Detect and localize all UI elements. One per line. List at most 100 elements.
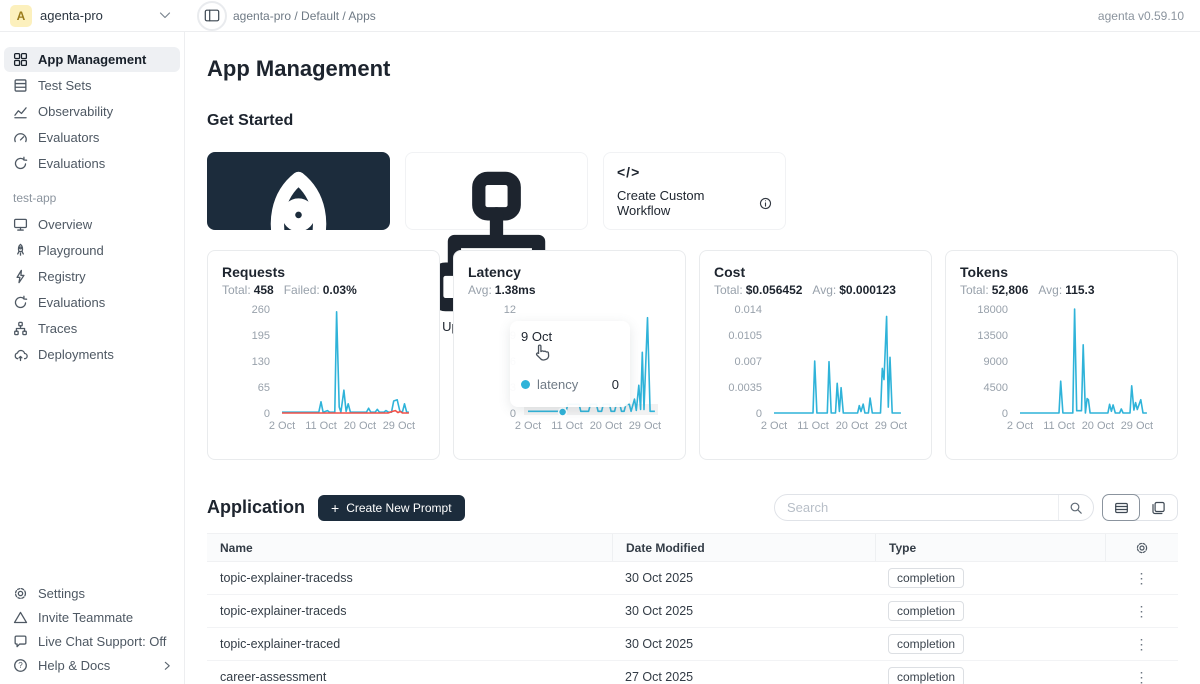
header-date-modified[interactable]: Date Modified bbox=[612, 534, 875, 561]
svg-text:29 Oct: 29 Oct bbox=[1121, 420, 1153, 432]
row-name: topic-explainer-traced bbox=[207, 637, 612, 651]
create-new-prompt-card[interactable]: Create New Prompt bbox=[207, 152, 390, 230]
sidebar-item-playground[interactable]: Playground bbox=[4, 238, 180, 263]
table-row[interactable]: topic-explainer-traceds 30 Oct 2025 comp… bbox=[207, 595, 1178, 628]
sidebar-item-invite-teammate[interactable]: Invite Teammate bbox=[4, 606, 180, 629]
svg-text:2 Oct: 2 Oct bbox=[269, 420, 295, 432]
table-view-icon bbox=[1114, 501, 1129, 515]
info-icon[interactable] bbox=[759, 197, 772, 210]
sidebar-item-label: Traces bbox=[38, 321, 77, 336]
requests-chart-card: Requests Total:458Failed:0.03%2601951306… bbox=[207, 250, 440, 460]
sidebar-item-traces[interactable]: Traces bbox=[4, 316, 180, 341]
svg-text:2 Oct: 2 Oct bbox=[1007, 420, 1033, 432]
row-menu-button[interactable]: ⋮ bbox=[1135, 571, 1149, 585]
sidebar-item-deployments[interactable]: Deployments bbox=[4, 342, 180, 367]
application-header: Application + Create New Prompt bbox=[207, 494, 1178, 521]
table-row[interactable]: topic-explainer-tracedss 30 Oct 2025 com… bbox=[207, 562, 1178, 595]
svg-text:0: 0 bbox=[510, 408, 516, 420]
svg-text:260: 260 bbox=[252, 304, 270, 316]
sidebar-item-observability[interactable]: Observability bbox=[4, 99, 180, 124]
sidebar-item-overview[interactable]: Overview bbox=[4, 212, 180, 237]
create-new-prompt-button[interactable]: + Create New Prompt bbox=[318, 495, 465, 521]
sidebar-item-label: Deployments bbox=[38, 347, 114, 362]
row-date-modified: 30 Oct 2025 bbox=[612, 637, 875, 651]
table-row[interactable]: topic-explainer-traced 30 Oct 2025 compl… bbox=[207, 628, 1178, 661]
sidebar-item-evaluators[interactable]: Evaluators bbox=[4, 125, 180, 150]
table-header-row: Name Date Modified Type bbox=[207, 533, 1178, 562]
row-date-modified: 30 Oct 2025 bbox=[612, 604, 875, 618]
svg-text:11 Oct: 11 Oct bbox=[305, 420, 337, 432]
search-input[interactable] bbox=[775, 500, 1058, 515]
row-menu-button[interactable]: ⋮ bbox=[1135, 670, 1149, 684]
svg-text:0.014: 0.014 bbox=[734, 304, 762, 316]
table-body: topic-explainer-tracedss 30 Oct 2025 com… bbox=[207, 562, 1178, 684]
tooltip-series-label: latency bbox=[537, 377, 578, 392]
chart-stats: Avg:1.38ms bbox=[468, 283, 671, 297]
row-type: completion bbox=[875, 604, 1105, 618]
svg-text:20 Oct: 20 Oct bbox=[590, 420, 622, 432]
row-menu-button[interactable]: ⋮ bbox=[1135, 604, 1149, 618]
svg-text:18000: 18000 bbox=[977, 304, 1008, 316]
row-menu-button[interactable]: ⋮ bbox=[1135, 637, 1149, 651]
breadcrumb: agenta-pro / Default / Apps bbox=[233, 9, 376, 23]
svg-text:11 Oct: 11 Oct bbox=[1043, 420, 1075, 432]
redo-icon bbox=[13, 156, 28, 171]
svg-text:0.0035: 0.0035 bbox=[728, 382, 762, 394]
sidebar-item-label: Overview bbox=[38, 217, 92, 232]
plus-icon: + bbox=[331, 501, 339, 515]
tokens-chart: 18000135009000450002 Oct11 Oct20 Oct29 O… bbox=[960, 301, 1165, 433]
sidebar-item-label: Playground bbox=[38, 243, 104, 258]
sidebar-item-label: Live Chat Support: Off bbox=[38, 634, 166, 649]
sidebar-item-live-chat-support-off[interactable]: Live Chat Support: Off bbox=[4, 630, 180, 653]
svg-text:0: 0 bbox=[756, 408, 762, 420]
create-custom-workflow-card[interactable]: </> Create Custom Workflow bbox=[603, 152, 786, 230]
sidebar-item-help-docs[interactable]: ? Help & Docs bbox=[4, 654, 180, 677]
sidebar-item-label: Settings bbox=[38, 586, 85, 601]
cost-chart-card: Cost Total:$0.056452Avg:$0.0001230.0140.… bbox=[699, 250, 932, 460]
chart-stat: Avg:1.38ms bbox=[468, 283, 536, 297]
header-name[interactable]: Name bbox=[207, 541, 612, 555]
sidebar-item-label: Help & Docs bbox=[38, 658, 110, 673]
svg-text:?: ? bbox=[18, 661, 23, 670]
sidebar-toggle-button[interactable] bbox=[197, 1, 227, 31]
header-type[interactable]: Type bbox=[875, 534, 1105, 561]
cost-chart: 0.0140.01050.0070.003502 Oct11 Oct20 Oct… bbox=[714, 301, 919, 433]
card-view-button[interactable] bbox=[1139, 495, 1177, 520]
table-row[interactable]: career-assessment 27 Oct 2025 completion… bbox=[207, 661, 1178, 684]
main-content: App Management Get Started Create New Pr… bbox=[185, 32, 1200, 684]
table-view-button[interactable] bbox=[1102, 494, 1140, 521]
sidebar-item-app-management[interactable]: App Management bbox=[4, 47, 180, 72]
svg-text:0: 0 bbox=[1002, 408, 1008, 420]
svg-text:29 Oct: 29 Oct bbox=[383, 420, 415, 432]
sidebar-item-settings[interactable]: Settings bbox=[4, 582, 180, 605]
set-up-tracing-card[interactable]: Set Up Tracing bbox=[405, 152, 588, 230]
application-title: Application bbox=[207, 497, 305, 518]
chevron-down-icon[interactable] bbox=[159, 11, 171, 20]
chart-stat: Total:52,806 bbox=[960, 283, 1028, 297]
sidebar-item-label: App Management bbox=[38, 52, 146, 67]
svg-text:20 Oct: 20 Oct bbox=[836, 420, 868, 432]
chart-title: Tokens bbox=[960, 264, 1163, 280]
workspace-avatar: A bbox=[10, 5, 32, 27]
chart-stat: Avg:115.3 bbox=[1038, 283, 1094, 297]
sidebar-item-label: Registry bbox=[38, 269, 86, 284]
search-button[interactable] bbox=[1058, 495, 1093, 520]
top-bar: A agenta-pro agenta-pro / Default / Apps… bbox=[0, 0, 1200, 32]
sidebar-item-label: Evaluators bbox=[38, 130, 99, 145]
sidebar-item-evaluations[interactable]: Evaluations bbox=[4, 151, 180, 176]
row-type: completion bbox=[875, 670, 1105, 684]
chart-title: Cost bbox=[714, 264, 917, 280]
svg-text:195: 195 bbox=[252, 330, 270, 342]
sidebar-item-test-sets[interactable]: Test Sets bbox=[4, 73, 180, 98]
workspace-switcher[interactable]: A agenta-pro bbox=[0, 5, 185, 27]
sidebar-item-evaluations[interactable]: Evaluations bbox=[4, 290, 180, 315]
sidebar-item-label: Evaluations bbox=[38, 156, 105, 171]
code-icon: </> bbox=[617, 164, 640, 180]
bolt-icon bbox=[13, 269, 28, 284]
sidebar-bottom-nav: Settings Invite Teammate Live Chat Suppo… bbox=[0, 581, 184, 678]
table-settings-gear-icon[interactable] bbox=[1135, 541, 1149, 555]
sidebar-item-label: Invite Teammate bbox=[38, 610, 133, 625]
tokens-chart-card: Tokens Total:52,806Avg:115.3180001350090… bbox=[945, 250, 1178, 460]
svg-text:20 Oct: 20 Oct bbox=[1082, 420, 1114, 432]
sidebar-item-registry[interactable]: Registry bbox=[4, 264, 180, 289]
